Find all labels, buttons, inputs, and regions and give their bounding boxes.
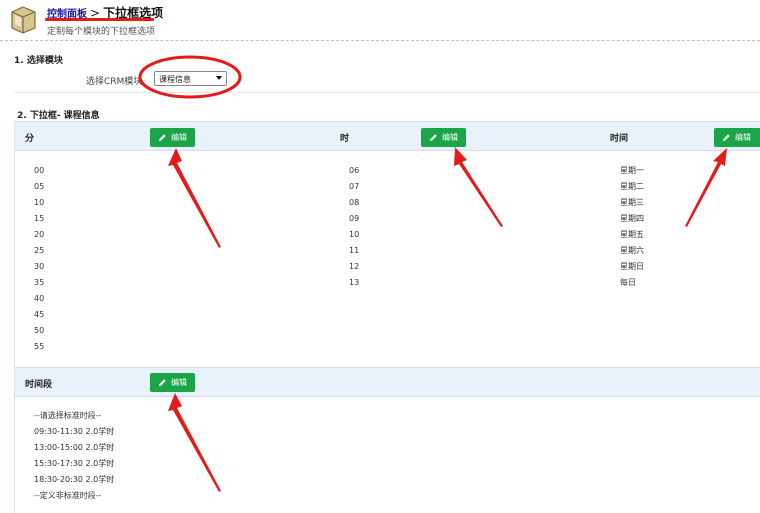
page-subtitle: 定制每个模块的下拉框选项	[47, 27, 156, 37]
control-panel-icon	[11, 6, 36, 34]
section-dropdown-title: 2. 下拉框- 课程信息	[17, 111, 100, 121]
list-item: 10	[349, 230, 360, 239]
header-divider	[0, 40, 760, 41]
title-annotation-underline	[45, 18, 154, 21]
list-item: 10	[34, 198, 45, 207]
module-select[interactable]: 课程信息	[154, 71, 227, 86]
list-item: 11	[349, 246, 360, 255]
section-divider	[14, 92, 760, 93]
list-item: 50	[34, 326, 45, 335]
list-item: 13	[349, 278, 360, 287]
edit-period-button[interactable]: 编辑	[150, 373, 195, 392]
list-item: 20	[34, 230, 45, 239]
list-item: 星期六	[620, 246, 644, 255]
minute-option-list: 00 05 10 15 20 25 30 35 40 45 50 55	[34, 163, 44, 355]
list-item: 09	[349, 214, 360, 223]
chevron-down-icon	[216, 76, 222, 80]
list-item: 09:30-11:30 2.0学时	[34, 427, 115, 436]
list-item: 00	[34, 166, 45, 175]
list-item: 15	[34, 214, 45, 223]
list-item: 08	[349, 198, 360, 207]
list-item: 07	[349, 182, 360, 191]
list-item: 星期一	[620, 166, 644, 175]
list-item: 25	[34, 246, 45, 255]
column-header-hour: 时	[340, 134, 350, 144]
edit-button-label: 编辑	[735, 133, 751, 142]
edit-button-label: 编辑	[171, 378, 187, 387]
pencil-icon	[722, 134, 730, 142]
list-item: 30	[34, 262, 45, 271]
list-item: 45	[34, 310, 45, 319]
module-select-value: 课程信息	[159, 75, 191, 84]
edit-button-label: 编辑	[171, 133, 187, 142]
section-select-module-title: 1. 选择模块	[14, 56, 63, 66]
list-item: 05	[34, 182, 45, 191]
period-option-list: --请选择标准时段-- 09:30-11:30 2.0学时 13:00-15:0…	[34, 408, 114, 504]
edit-minute-button[interactable]: 编辑	[150, 128, 195, 147]
edit-hour-button[interactable]: 编辑	[421, 128, 466, 147]
period-header-band	[15, 367, 760, 397]
dropdown-options-panel	[14, 121, 760, 513]
list-item: 55	[34, 342, 45, 351]
list-item: 18:30-20:30 2.0学时	[34, 475, 115, 484]
list-item: 15:30-17:30 2.0学时	[34, 459, 115, 468]
list-item: 13:00-15:00 2.0学时	[34, 443, 115, 452]
page-header: 控制面板 > 下拉框选项 定制每个模块的下拉框选项	[0, 0, 760, 40]
list-item: 星期五	[620, 230, 644, 239]
column-header-weekday: 时间	[610, 134, 629, 144]
weekday-option-list: 星期一 星期二 星期三 星期四 星期五 星期六 星期日 每日	[620, 163, 644, 291]
hour-option-list: 06 07 08 09 10 11 12 13	[349, 163, 359, 291]
list-item: 星期日	[620, 262, 644, 271]
pencil-icon	[429, 134, 437, 142]
list-item: --定义非标准时段--	[34, 491, 102, 500]
columns-header-band	[15, 121, 760, 151]
list-item: 星期四	[620, 214, 644, 223]
column-header-minute: 分	[25, 134, 35, 144]
pencil-icon	[158, 134, 166, 142]
list-item: 星期二	[620, 182, 644, 191]
list-item: 35	[34, 278, 45, 287]
list-item: 星期三	[620, 198, 644, 207]
list-item: 40	[34, 294, 45, 303]
module-select-label: 选择CRM模块	[86, 77, 143, 87]
list-item: --请选择标准时段--	[34, 411, 102, 420]
list-item: 每日	[620, 278, 636, 287]
list-item: 06	[349, 166, 360, 175]
edit-button-label: 编辑	[442, 133, 458, 142]
pencil-icon	[158, 379, 166, 387]
column-header-period: 时间段	[25, 380, 53, 390]
edit-weekday-button[interactable]: 编辑	[714, 128, 760, 147]
list-item: 12	[349, 262, 360, 271]
